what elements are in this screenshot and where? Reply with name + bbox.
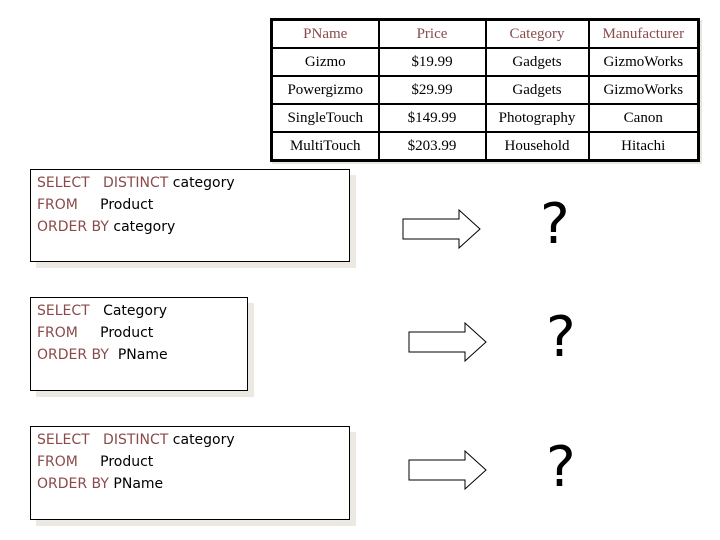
sql-identifier: category <box>168 432 235 448</box>
query-line-select: SELECT DISTINCT category <box>37 172 349 194</box>
table-row: Powergizmo $29.99 Gadgets GizmoWorks <box>270 75 700 105</box>
cell-manufacturer: GizmoWorks <box>587 75 700 105</box>
table-row: MultiTouch $203.99 Household Hitachi <box>270 131 700 162</box>
header-manufacturer: Manufacturer <box>587 18 700 49</box>
query-box-1: SELECT DISTINCT category FROM Product OR… <box>30 169 350 262</box>
cell-pname: SingleTouch <box>270 103 380 133</box>
cell-manufacturer: GizmoWorks <box>587 47 700 77</box>
cell-price: $19.99 <box>377 47 487 77</box>
question-mark-result-1: ? <box>540 192 570 257</box>
sql-keyword: ORDER BY <box>37 476 109 492</box>
sql-identifier: Product <box>77 197 154 213</box>
right-arrow-icon <box>408 322 487 362</box>
table-row: SingleTouch $149.99 Photography Canon <box>270 103 700 133</box>
cell-pname: Gizmo <box>270 47 380 77</box>
question-mark-result-3: ? <box>546 435 576 500</box>
sql-keyword: SELECT DISTINCT <box>37 432 169 448</box>
query-line-select: SELECT DISTINCT category <box>37 429 349 451</box>
header-pname: PName <box>270 18 380 49</box>
sql-keyword: FROM <box>37 325 78 341</box>
product-table: PName Price Category Manufacturer Gizmo … <box>270 18 700 162</box>
sql-identifier: category <box>168 175 235 191</box>
header-category: Category <box>484 18 590 49</box>
sql-identifier: PName <box>108 347 168 363</box>
sql-keyword: SELECT DISTINCT <box>37 175 169 191</box>
cell-manufacturer: Canon <box>587 103 700 133</box>
query-line-order-by: ORDER BY PName <box>37 344 247 366</box>
sql-identifier: Product <box>77 325 154 341</box>
cell-pname: Powergizmo <box>270 75 380 105</box>
query-line-from: FROM Product <box>37 451 349 473</box>
sql-keyword: ORDER BY <box>37 219 109 235</box>
sql-identifier: Product <box>77 454 154 470</box>
query-line-order-by: ORDER BY category <box>37 216 349 238</box>
query-line-order-by: ORDER BY PName <box>37 473 349 495</box>
query-line-from: FROM Product <box>37 194 349 216</box>
sql-identifier: category <box>108 219 176 235</box>
cell-category: Gadgets <box>484 75 590 105</box>
query-box-2: SELECT Category FROM Product ORDER BY PN… <box>30 297 248 391</box>
sql-keyword: SELECT <box>37 303 90 319</box>
table-row: Gizmo $19.99 Gadgets GizmoWorks <box>270 47 700 77</box>
question-mark-result-2: ? <box>546 305 576 370</box>
cell-manufacturer: Hitachi <box>587 131 700 162</box>
cell-pname: MultiTouch <box>270 131 380 162</box>
right-arrow-icon <box>402 209 481 249</box>
sql-identifier: PName <box>108 476 164 492</box>
cell-price: $149.99 <box>377 103 487 133</box>
sql-keyword: FROM <box>37 197 78 213</box>
sql-keyword: FROM <box>37 454 78 470</box>
query-box-3: SELECT DISTINCT category FROM Product OR… <box>30 426 350 520</box>
cell-category: Photography <box>484 103 590 133</box>
sql-keyword: ORDER BY <box>37 347 109 363</box>
cell-price: $29.99 <box>377 75 487 105</box>
cell-price: $203.99 <box>377 131 487 162</box>
header-price: Price <box>377 18 487 49</box>
right-arrow-icon <box>408 450 487 490</box>
cell-category: Gadgets <box>484 47 590 77</box>
query-line-from: FROM Product <box>37 322 247 344</box>
sql-identifier: Category <box>89 303 168 319</box>
query-line-select: SELECT Category <box>37 300 247 322</box>
cell-category: Household <box>484 131 590 162</box>
table-header-row: PName Price Category Manufacturer <box>270 18 700 49</box>
